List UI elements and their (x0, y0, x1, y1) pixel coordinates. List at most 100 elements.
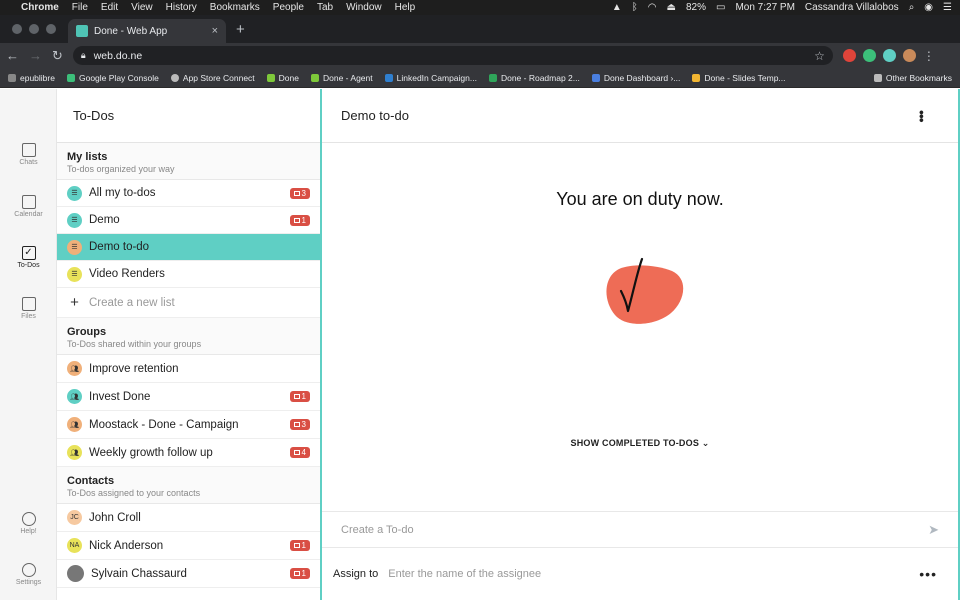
window-controls (0, 15, 68, 43)
address-bar[interactable]: 🔒︎ web.do.ne ☆ (72, 46, 833, 65)
chrome-menu-icon[interactable]: ⋮ (923, 49, 935, 63)
wifi-icon[interactable]: ◠ (648, 2, 657, 13)
avatar (67, 565, 84, 582)
bookmark-star-icon[interactable]: ☆ (814, 49, 825, 63)
control-center-icon[interactable]: ☰ (943, 2, 952, 13)
nav-chats[interactable]: Chats (0, 143, 57, 166)
list-label: Demo to-do (89, 241, 150, 253)
bookmark-item[interactable]: Done - Slides Temp... (692, 73, 786, 83)
bookmark-item[interactable]: Done - Roadmap 2... (488, 73, 580, 83)
zoom-window-button[interactable] (46, 24, 56, 34)
done-favicon-icon (76, 25, 88, 37)
badge-count: 1 (301, 541, 306, 550)
nav-calendar[interactable]: Calendar (0, 195, 57, 218)
assignee-input[interactable]: Enter the name of the assignee (388, 568, 541, 580)
forward-icon[interactable]: → (29, 48, 42, 63)
profile-avatar[interactable] (902, 49, 916, 62)
calendar-icon (293, 543, 300, 548)
battery-icon[interactable]: ▭ (716, 2, 725, 13)
empty-state-message: You are on duty now. (556, 189, 724, 209)
detail-header: Demo to-do ••• (322, 89, 958, 143)
count-badge: 3 (289, 187, 310, 199)
group-item-invest-done[interactable]: 👥︎ Invest Done 1 (57, 383, 320, 411)
group-item-weekly-growth[interactable]: 👥︎ Weekly growth follow up 4 (57, 439, 320, 467)
group-item-moostack[interactable]: 👥︎ Moostack - Done - Campaign 3 (57, 411, 320, 439)
extension-icon[interactable] (842, 49, 856, 62)
spotlight-icon[interactable]: ⌕ (909, 2, 915, 13)
sheets-icon (488, 73, 497, 82)
list-icon: ☰ (67, 239, 82, 255)
linkedin-icon (384, 73, 393, 82)
contact-item-john-croll[interactable]: JC John Croll (57, 504, 320, 532)
app-nav-rail: Chats Calendar ✓ To-Dos Files Help! Sett… (0, 89, 57, 600)
other-bookmarks[interactable]: Other Bookmarks (873, 73, 952, 83)
list-item-demo-todo[interactable]: ☰ Demo to-do (57, 234, 320, 261)
more-options-icon[interactable]: ••• (914, 110, 930, 122)
nav-files[interactable]: Files (0, 297, 57, 320)
bookmark-item[interactable]: Done - Agent (311, 73, 373, 83)
tab-title: Done - Web App (94, 25, 168, 37)
bookmark-item[interactable]: Done (266, 73, 299, 83)
todo-detail-panel: Demo to-do ••• You are on duty now. SHOW… (322, 89, 960, 600)
contact-item-sylvain-chassaurd[interactable]: Sylvain Chassaurd 1 (57, 560, 320, 588)
show-completed-toggle[interactable]: SHOW COMPLETED TO-DOS ⌄ (322, 438, 958, 449)
extension-icon[interactable] (882, 49, 896, 62)
menu-bookmarks[interactable]: Bookmarks (210, 2, 260, 13)
panel-title: To-Dos (57, 89, 320, 143)
menu-people[interactable]: People (273, 2, 304, 13)
nav-settings[interactable]: Settings (0, 563, 57, 586)
bluetooth-icon[interactable]: ᛒ (632, 2, 638, 13)
extension-icon[interactable] (862, 49, 876, 62)
count-badge: 1 (289, 214, 310, 226)
menu-tab[interactable]: Tab (317, 2, 333, 13)
calendar-icon (293, 571, 300, 576)
more-horizontal-icon[interactable]: ••• (919, 566, 937, 582)
lifebuoy-icon (21, 512, 36, 526)
eject-icon[interactable]: ⏏ (667, 2, 676, 13)
section-groups: Groups To-Dos shared within your groups (57, 318, 320, 355)
send-icon[interactable]: ➤ (928, 522, 939, 538)
bookmark-item[interactable]: epublibre (8, 73, 55, 83)
nav-todos[interactable]: ✓ To-Dos (0, 246, 57, 269)
minimize-window-button[interactable] (29, 24, 39, 34)
done-check-illustration (606, 257, 684, 324)
count-badge: 4 (289, 447, 310, 458)
assign-bar: Assign to Enter the name of the assignee… (322, 549, 958, 599)
contact-item-nick-anderson[interactable]: NA Nick Anderson 1 (57, 532, 320, 560)
menubar-app-name[interactable]: Chrome (21, 2, 59, 13)
siri-icon[interactable]: ◉ (924, 2, 933, 13)
vlc-icon[interactable]: ▲ (612, 2, 622, 13)
group-icon: 👥︎ (67, 361, 82, 376)
nav-help[interactable]: Help! (0, 512, 57, 535)
reload-icon[interactable]: ↻ (52, 48, 63, 64)
menubar-user[interactable]: Cassandra Villalobos (805, 2, 899, 13)
create-list-button[interactable]: + Create a new list (57, 288, 320, 318)
list-item-all-my-todos[interactable]: ☰ All my to-dos 3 (57, 180, 320, 207)
menu-edit[interactable]: Edit (101, 2, 118, 13)
bookmark-item[interactable]: Done Dashboard ›... (591, 73, 680, 83)
menu-view[interactable]: View (131, 2, 153, 13)
list-item-demo[interactable]: ☰ Demo 1 (57, 207, 320, 234)
browser-tab[interactable]: Done - Web App × (68, 19, 226, 43)
play-console-icon (66, 73, 75, 82)
menubar-clock[interactable]: Mon 7:27 PM (735, 2, 794, 13)
contact-label: Sylvain Chassaurd (91, 567, 187, 580)
create-todo-input[interactable]: Create a To-do ➤ (322, 511, 958, 548)
menu-help[interactable]: Help (395, 2, 416, 13)
close-window-button[interactable] (12, 24, 22, 34)
menu-file[interactable]: File (72, 2, 88, 13)
badge-count: 1 (301, 392, 306, 401)
close-tab-icon[interactable]: × (212, 25, 218, 37)
battery-percent[interactable]: 82% (686, 2, 706, 13)
badge-count: 4 (301, 448, 306, 457)
bookmark-item[interactable]: App Store Connect (170, 73, 255, 83)
list-item-video-renders[interactable]: ☰ Video Renders (57, 261, 320, 288)
new-tab-button[interactable]: + (226, 19, 255, 43)
group-item-improve-retention[interactable]: 👥︎ Improve retention (57, 355, 320, 383)
bookmark-item[interactable]: LinkedIn Campaign... (384, 73, 477, 83)
menu-window[interactable]: Window (346, 2, 382, 13)
back-icon[interactable]: ← (6, 48, 19, 63)
group-icon: 👥︎ (67, 389, 82, 404)
bookmark-item[interactable]: Google Play Console (66, 73, 159, 83)
menu-history[interactable]: History (166, 2, 197, 13)
